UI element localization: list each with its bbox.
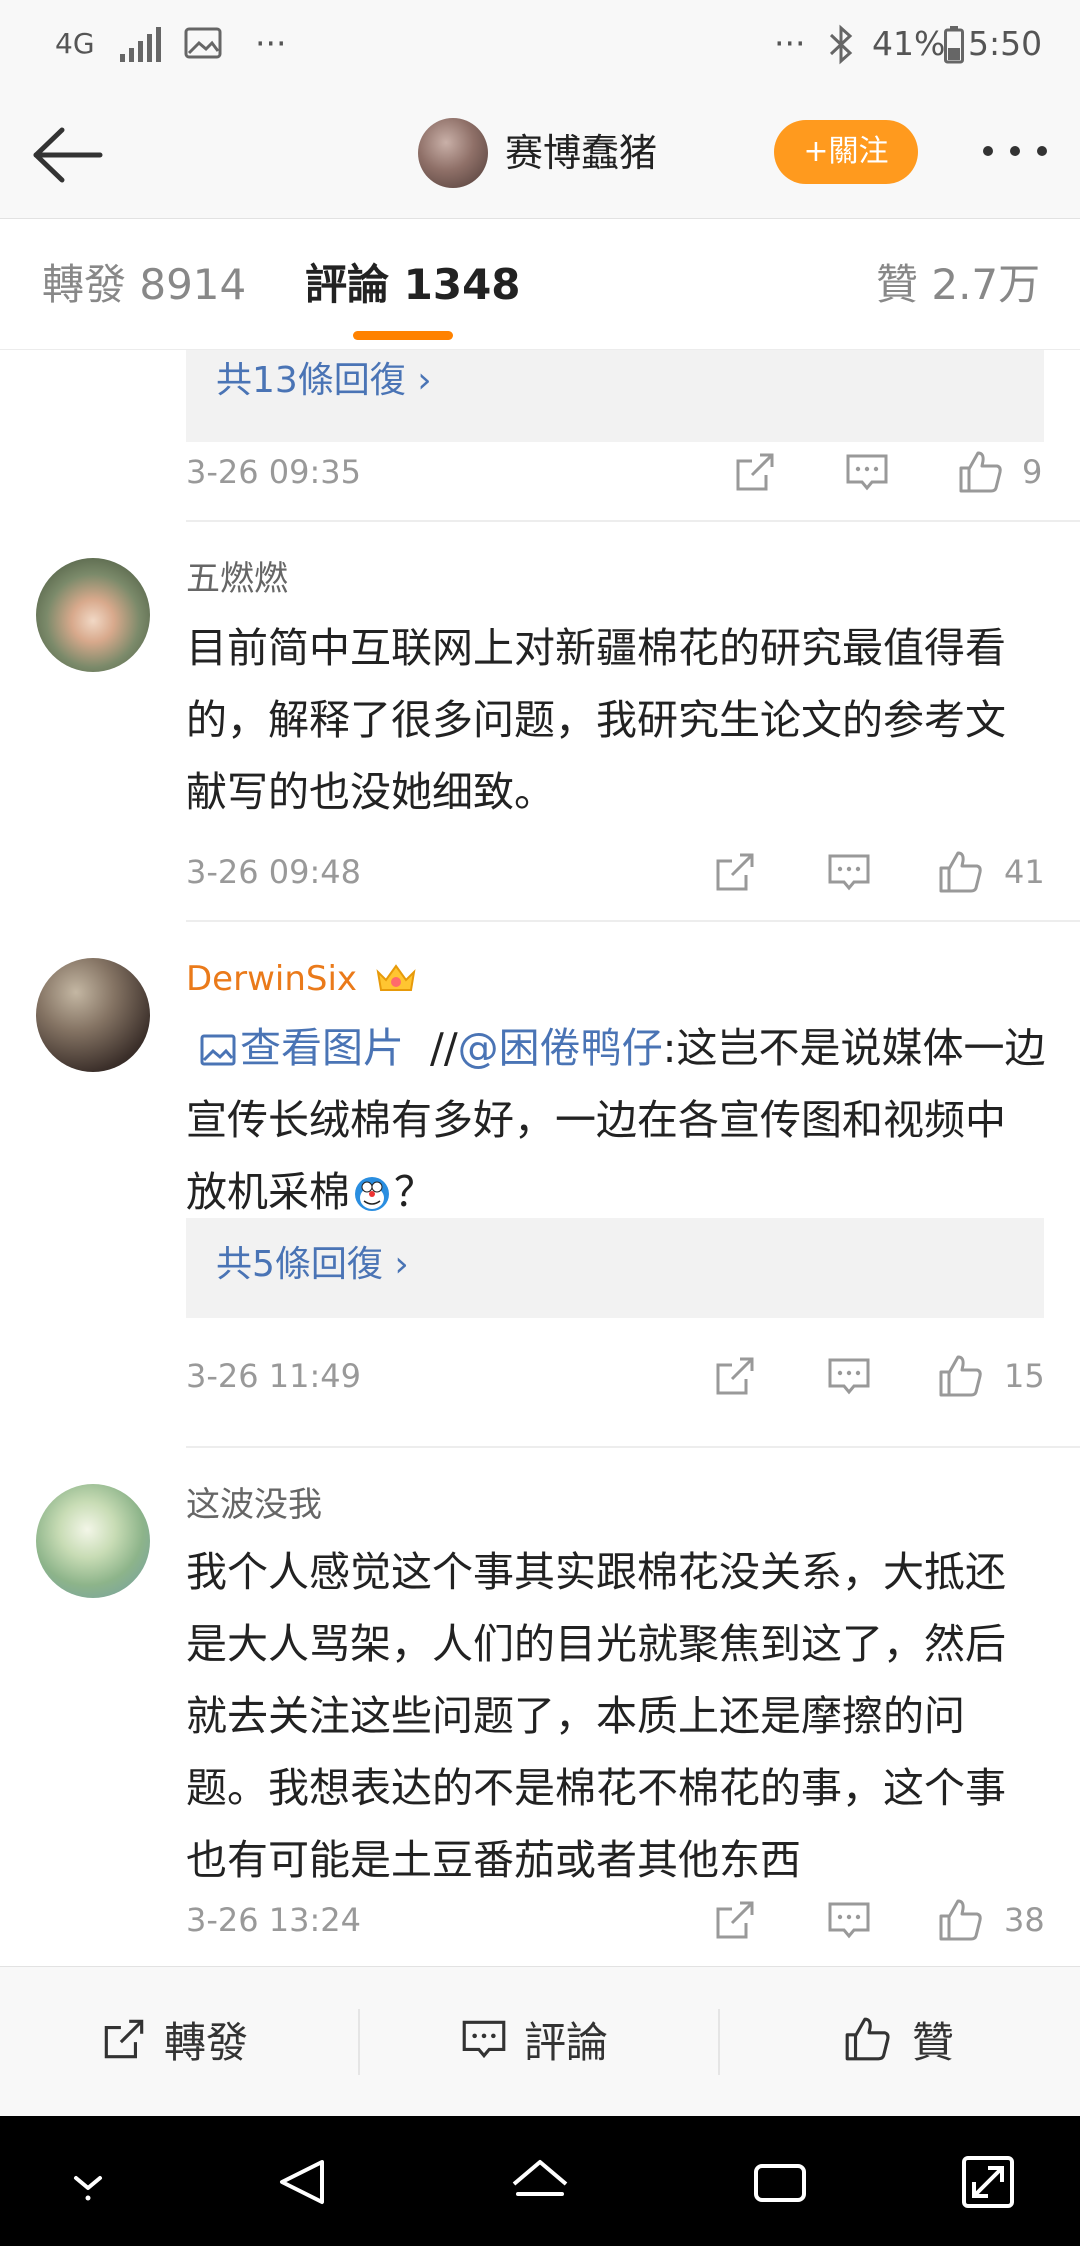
status-more: ···: [774, 24, 806, 63]
commenter-avatar[interactable]: [36, 1484, 150, 1598]
vip-crown-icon: [376, 964, 416, 991]
notification-more: ···: [255, 24, 287, 63]
comment-icon: [462, 2020, 506, 2059]
bluetooth-icon: [829, 24, 853, 65]
reply-count-link[interactable]: 共5條回復 ›: [216, 1240, 409, 1290]
like-label: 贊: [912, 2018, 955, 2067]
reply-icon[interactable]: [824, 1351, 874, 1401]
author-name[interactable]: 赛博蠢猪: [505, 125, 657, 181]
repost-separator: //: [430, 1024, 458, 1072]
doraemon-emoji-icon: [355, 1177, 389, 1211]
comment-body: 查看图片//@困倦鸭仔:这岂不是说媒体一边宣传长绒棉有多好，一边在各宣传图和视频…: [186, 1012, 1046, 1228]
commenter-name[interactable]: DerwinSix: [186, 959, 357, 999]
commenter-avatar[interactable]: [36, 958, 150, 1072]
tab-likes[interactable]: 贊 2.7万: [876, 257, 1040, 313]
share-icon[interactable]: [710, 1351, 760, 1401]
comment-body: 目前简中互联网上对新疆棉花的研究最值得看的，解释了很多问题，我研究生论文的参考文…: [186, 624, 1006, 816]
system-navigation-bar: [0, 2116, 1080, 2246]
like-icon[interactable]: [936, 847, 986, 897]
divider: [186, 1446, 1080, 1448]
reply-expander[interactable]: 共5條回復 ›: [186, 1218, 1044, 1318]
commenter-name[interactable]: 这波没我: [186, 1482, 322, 1528]
status-bar: 4G ··· ··· 41% 5:50: [0, 0, 1080, 92]
detail-tabs: 轉發 8914 評論 1348 贊 2.7万: [0, 219, 1080, 350]
commenter-name[interactable]: 五燃燃: [186, 556, 288, 602]
like-icon[interactable]: [936, 1895, 986, 1945]
reply-icon[interactable]: [824, 847, 874, 897]
signal-icon: [120, 27, 161, 62]
like-action[interactable]: 贊: [842, 2013, 954, 2073]
network-indicator: 4G: [55, 27, 95, 60]
comment-text-end: ？: [394, 1168, 435, 1216]
comment-time: 3-26 13:24: [186, 1901, 362, 1939]
battery-icon: [944, 26, 964, 64]
back-arrow-icon[interactable]: [28, 120, 104, 190]
share-icon[interactable]: [710, 1895, 760, 1945]
like-count: 15: [1004, 1357, 1045, 1395]
expand-screen-icon[interactable]: [958, 2154, 1018, 2210]
like-count: 41: [1004, 853, 1045, 891]
divider: [718, 2009, 720, 2075]
thumbs-up-icon: [845, 2017, 890, 2061]
back-nav-icon[interactable]: [272, 2154, 332, 2210]
gallery-icon: [184, 27, 222, 59]
comment-time: 3-26 09:48: [186, 853, 362, 891]
clock: 5:50: [968, 24, 1043, 63]
more-options-icon[interactable]: [980, 136, 1050, 166]
recent-apps-icon[interactable]: [750, 2154, 810, 2210]
reply-icon[interactable]: [842, 447, 892, 497]
bottom-action-bar: 轉發 評論 贊: [0, 1966, 1080, 2117]
image-link-icon[interactable]: [200, 1033, 236, 1067]
divider: [186, 520, 1080, 522]
tab-reposts[interactable]: 轉發 8914: [42, 257, 246, 313]
like-icon[interactable]: [956, 447, 1006, 497]
active-tab-indicator: [353, 331, 453, 340]
share-icon[interactable]: [710, 847, 760, 897]
battery-percent: 41%: [872, 24, 946, 63]
author-avatar[interactable]: [418, 118, 488, 188]
tab-comments[interactable]: 評論 1348: [305, 257, 521, 313]
comment-time: 3-26 09:35: [186, 453, 362, 491]
repost-icon: [104, 2019, 144, 2059]
repost-action[interactable]: 轉發: [98, 2013, 248, 2073]
reply-icon[interactable]: [824, 1895, 874, 1945]
comment-list[interactable]: 共13條回復 › 3-26 09:35 9 五燃燃 目前简中互联网上对新疆棉花的…: [0, 350, 1080, 1966]
commenter-avatar[interactable]: [36, 558, 150, 672]
reply-expander[interactable]: 共13條回復 ›: [186, 350, 1044, 442]
follow-button[interactable]: +關注: [774, 120, 918, 184]
divider: [186, 920, 1080, 922]
comment-action[interactable]: 評論: [458, 2013, 608, 2073]
like-icon[interactable]: [936, 1351, 986, 1401]
repost-label: 轉發: [164, 2018, 249, 2067]
hide-keyboard-icon[interactable]: [58, 2154, 118, 2210]
like-count: 9: [1022, 453, 1043, 491]
comment-time: 3-26 11:49: [186, 1357, 362, 1395]
home-nav-icon[interactable]: [510, 2154, 570, 2210]
reply-count-link[interactable]: 共13條回復 ›: [216, 356, 432, 406]
share-icon[interactable]: [730, 447, 780, 497]
top-bar: 赛博蠢猪 +關注: [0, 92, 1080, 219]
mention-link[interactable]: @困倦鸭仔: [458, 1024, 663, 1072]
view-image-link[interactable]: 查看图片: [240, 1024, 404, 1072]
like-count: 38: [1004, 1901, 1045, 1939]
comment-label: 評論: [524, 2018, 609, 2067]
commenter-name-vip[interactable]: DerwinSix: [186, 956, 418, 1002]
comment-body: 我个人感觉这个事其实跟棉花没关系，大抵还是大人骂架，人们的目光就聚焦到这了，然后…: [186, 1548, 1006, 1884]
divider: [358, 2009, 360, 2075]
